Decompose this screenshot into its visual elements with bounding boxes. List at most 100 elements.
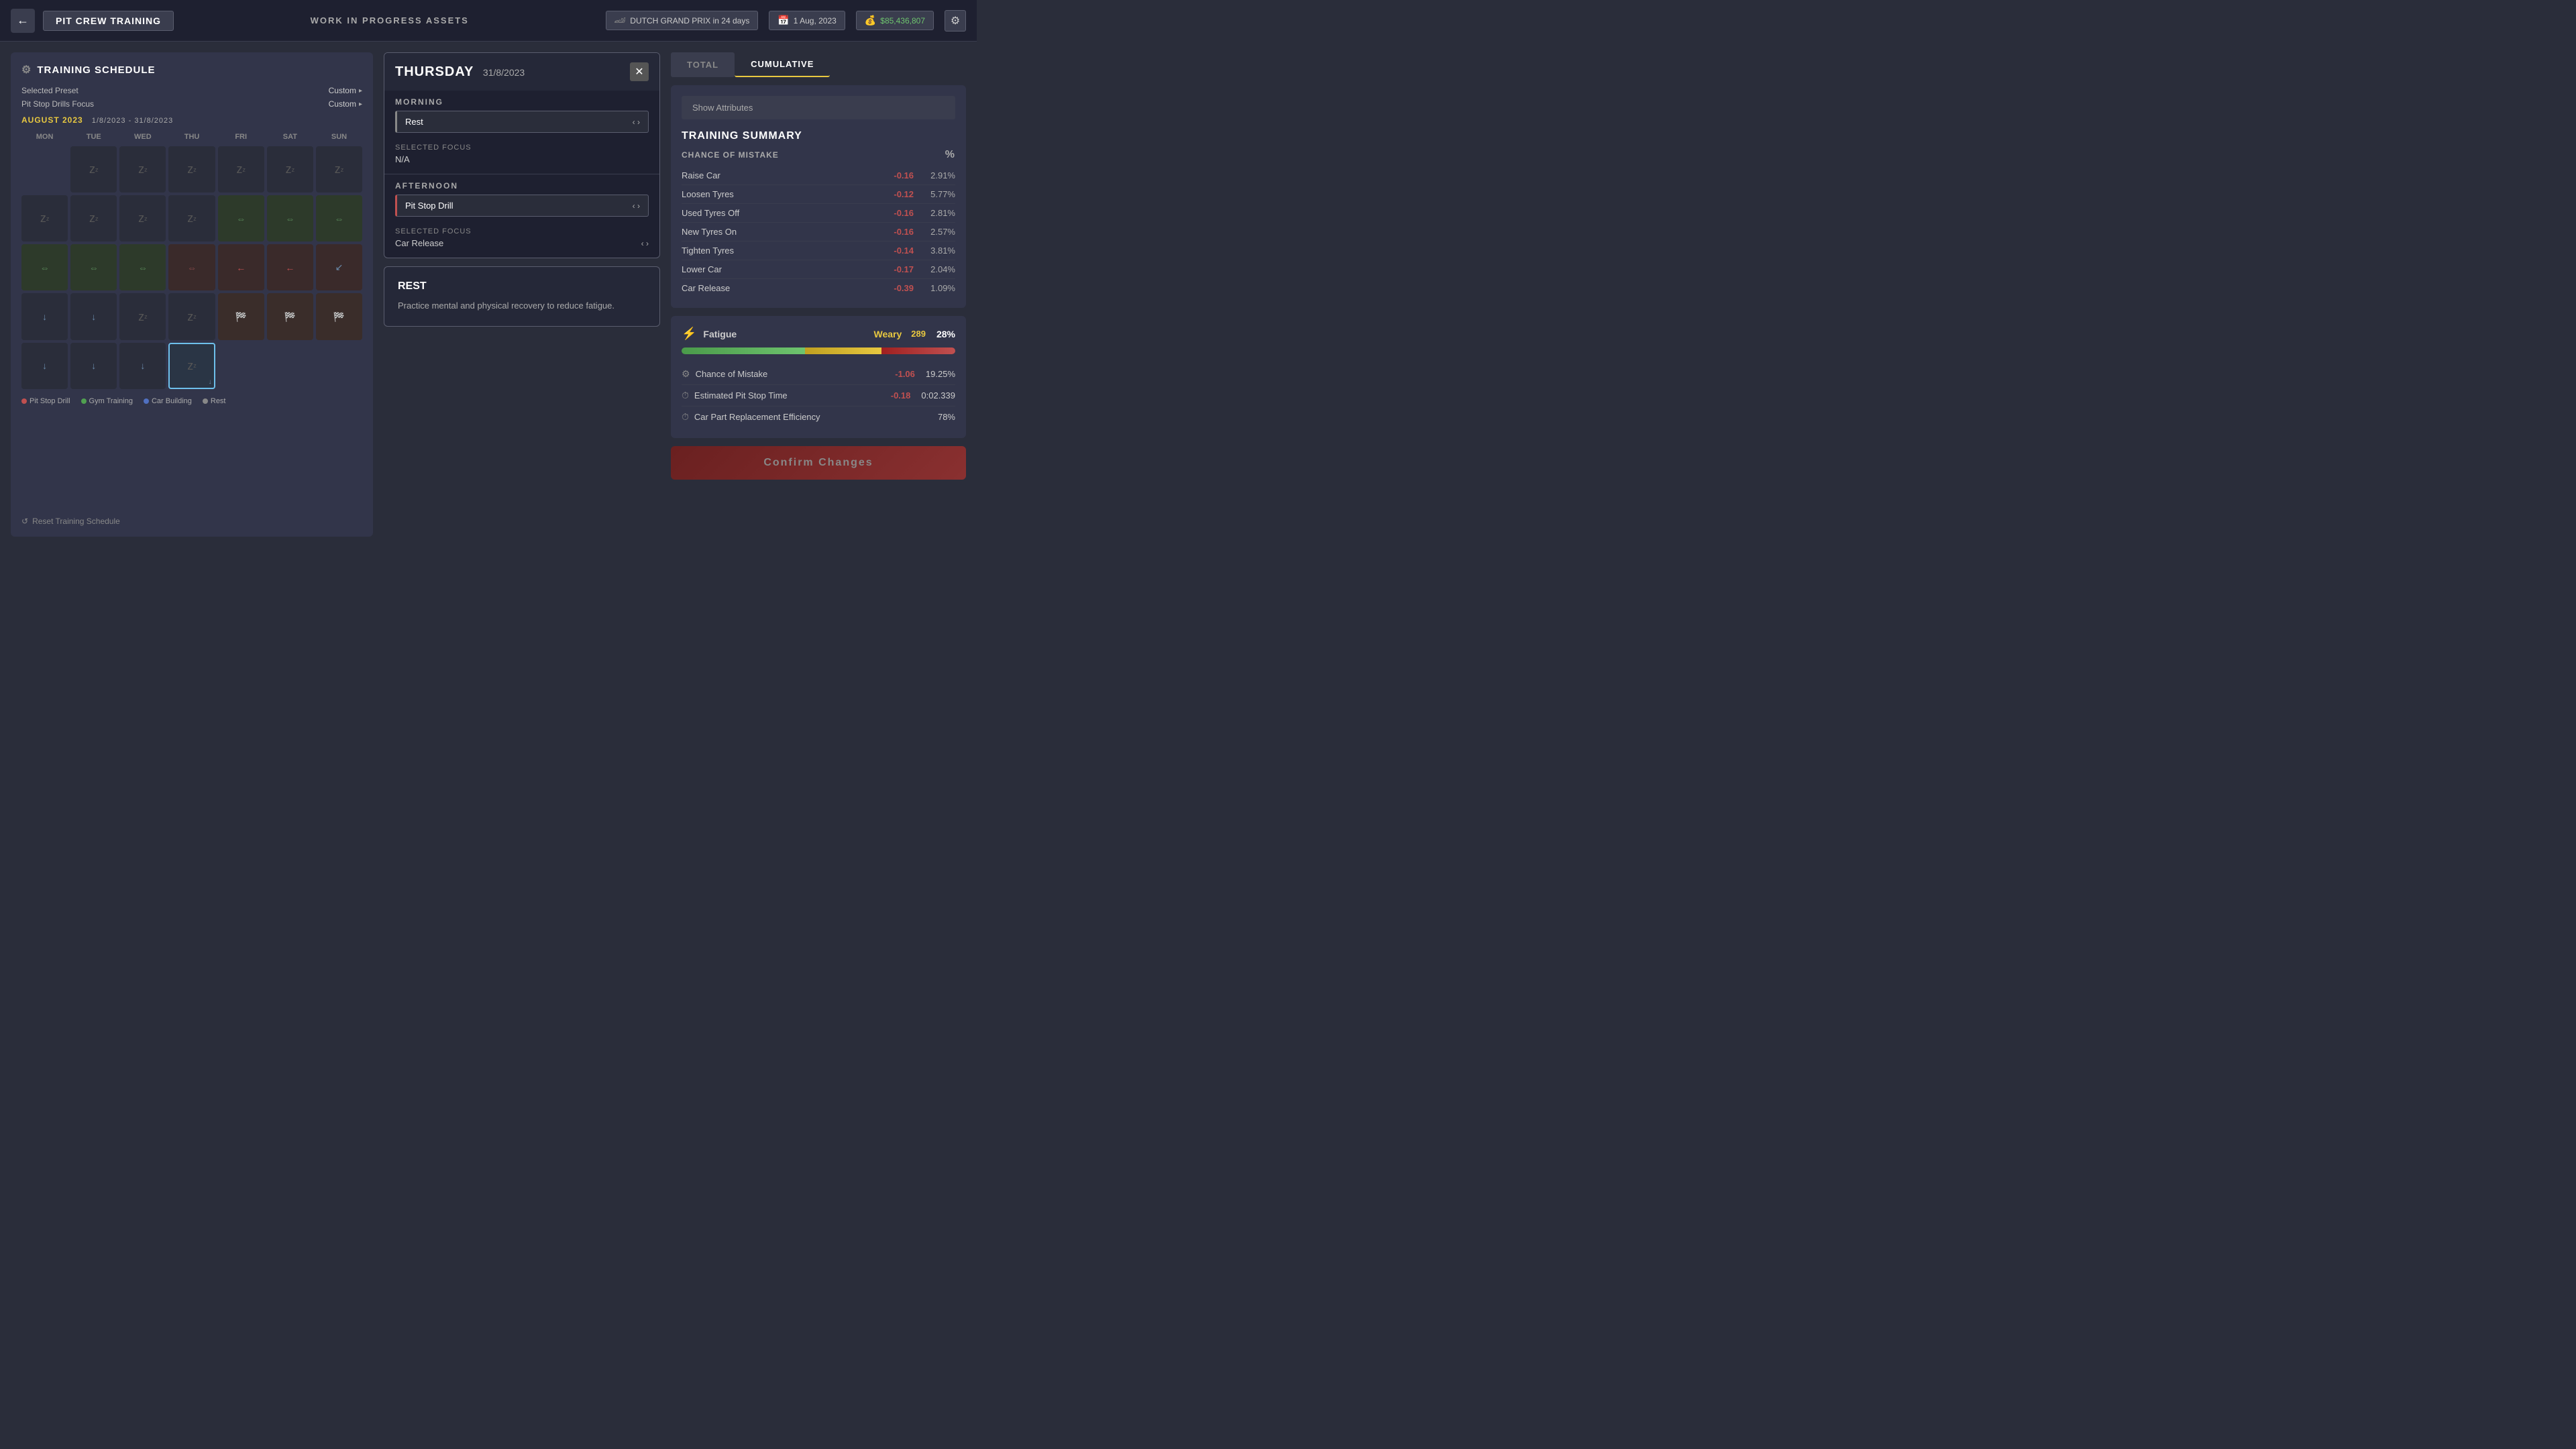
legend-pitstop: Pit Stop Drill [21, 397, 70, 405]
cal-cell-aug25[interactable]: 🏁 [218, 293, 264, 339]
fatigue-fill-red [881, 347, 955, 354]
summary-val: 2.91% [922, 170, 955, 180]
cal-cell-aug31[interactable]: zz ↓ [168, 343, 215, 389]
legend-dot-rest [203, 398, 208, 404]
morning-select[interactable]: Rest ‹ › [395, 111, 649, 133]
metric-icon: ⏱ [682, 390, 689, 401]
summary-val: 2.04% [922, 264, 955, 274]
summary-rows-container: Raise Car -0.16 2.91% Loosen Tyres -0.12… [682, 166, 955, 297]
back-button[interactable]: ← [11, 9, 35, 33]
day-header-sun: SUN [316, 130, 362, 144]
cal-cell-aug9[interactable]: zz [119, 195, 166, 241]
training-summary-card: Show Attributes TRAINING SUMMARY CHANCE … [671, 85, 966, 308]
cal-cell-aug17[interactable]: ⇔ [168, 244, 215, 290]
cal-cell-aug20[interactable]: ↙ [316, 244, 362, 290]
summary-name: Lower Car [682, 264, 722, 274]
summary-val: 1.09% [922, 283, 955, 293]
preset-value-2: Custom [329, 99, 356, 109]
mistake-icon: % [945, 149, 955, 161]
money-icon: 💰 [865, 15, 876, 26]
cal-empty-2 [218, 343, 264, 389]
cal-cell-aug3[interactable]: zz [168, 146, 215, 193]
cal-cell-aug6[interactable]: zz [316, 146, 362, 193]
reset-button[interactable]: ↺ Reset Training Schedule [21, 517, 120, 526]
preset-val-2[interactable]: Custom ▸ [329, 99, 362, 109]
legend-label-pitstop: Pit Stop Drill [30, 397, 70, 405]
legend-dot-pitstop [21, 398, 27, 404]
cal-cell-aug23[interactable]: zz [119, 293, 166, 339]
afternoon-arrows: ‹ › [633, 201, 640, 211]
metric-row: ⏱ Car Part Replacement Efficiency 78% [682, 407, 955, 427]
cal-cell-aug21[interactable]: ↓ [21, 293, 68, 339]
cal-cell-aug22[interactable]: ↓ [70, 293, 117, 339]
cal-cell-aug8[interactable]: zz [70, 195, 117, 241]
metric-val: 19.25% [926, 369, 955, 379]
tab-total[interactable]: TOTAL [671, 52, 735, 77]
summary-change: -0.16 [894, 227, 914, 237]
cal-cell-aug19[interactable]: ← [267, 244, 313, 290]
metrics-container: ⚙ Chance of Mistake -1.06 19.25% ⏱ Estim… [682, 364, 955, 427]
afternoon-focus-link[interactable]: Car Release ‹ › [395, 238, 649, 248]
fatigue-card: ⚡ Fatigue Weary 289 28% ⚙ Chance of Mist… [671, 316, 966, 438]
afternoon-select[interactable]: Pit Stop Drill ‹ › [395, 195, 649, 217]
topbar: ← PIT CREW TRAINING WORK IN PROGRESS ASS… [0, 0, 977, 42]
metric-icon: ⚙ [682, 368, 690, 380]
cal-cell-aug14[interactable]: ⇔ [21, 244, 68, 290]
confirm-button[interactable]: Confirm Changes [671, 446, 966, 480]
preset-label-1: Selected Preset [21, 86, 78, 95]
summary-name: New Tyres On [682, 227, 737, 237]
cal-cell-aug1[interactable]: zz [70, 146, 117, 193]
legend-label-rest: Rest [211, 397, 226, 405]
cal-cell-aug26[interactable]: 🏁 [267, 293, 313, 339]
cal-cell-aug30[interactable]: ↓ [119, 343, 166, 389]
cal-cell-aug24[interactable]: zz [168, 293, 215, 339]
cal-cell-aug13[interactable]: ⇔ [316, 195, 362, 241]
preset-val-1[interactable]: Custom ▸ [329, 86, 362, 95]
cal-cell-aug11[interactable]: ⇔ [218, 195, 264, 241]
rest-description-card: REST Practice mental and physical recove… [384, 266, 660, 327]
cal-cell-aug18[interactable]: ← [218, 244, 264, 290]
date-range-text: 1/8/2023 - 31/8/2023 [92, 117, 174, 125]
summary-row: Used Tyres Off -0.16 2.81% [682, 204, 955, 223]
cal-cell-aug12[interactable]: ⇔ [267, 195, 313, 241]
summary-name: Loosen Tyres [682, 189, 734, 199]
morning-focus-val: N/A [395, 154, 649, 164]
fatigue-row: ⚡ Fatigue Weary 289 28% [682, 327, 955, 341]
cal-cell-aug7[interactable]: zz [21, 195, 68, 241]
summary-row: Tighten Tyres -0.14 3.81% [682, 241, 955, 260]
panel-title: ⚙ TRAINING SCHEDULE [21, 63, 362, 76]
month-text: AUGUST 2023 [21, 115, 83, 125]
afternoon-label: AFTERNOON [384, 174, 659, 195]
summary-name: Tighten Tyres [682, 246, 734, 256]
fatigue-fill-yellow [805, 347, 881, 354]
date-badge: 📅 1 Aug, 2023 [769, 11, 845, 30]
show-attributes-button[interactable]: Show Attributes [682, 96, 955, 119]
cal-cell-aug2[interactable]: zz [119, 146, 166, 193]
summary-change: -0.16 [894, 208, 914, 218]
settings-button[interactable]: ⚙ [945, 10, 966, 32]
cal-cell-aug16[interactable]: ⇔ [119, 244, 166, 290]
main-content: ⚙ TRAINING SCHEDULE Selected Preset Cust… [0, 42, 977, 547]
fatigue-pct: 28% [936, 329, 955, 339]
cal-cell-aug10[interactable]: zz [168, 195, 215, 241]
cal-cell-aug29[interactable]: ↓ [70, 343, 117, 389]
cal-cell-aug15[interactable]: ⇔ [70, 244, 117, 290]
legend-rest: Rest [203, 397, 226, 405]
cal-cell-aug5[interactable]: zz [267, 146, 313, 193]
summary-change: -0.12 [894, 189, 914, 199]
cal-cell-aug4[interactable]: zz [218, 146, 264, 193]
modal-header: THURSDAY 31/8/2023 ✕ [384, 53, 659, 91]
fatigue-bar [682, 347, 955, 354]
preset-label-2: Pit Stop Drills Focus [21, 99, 94, 109]
legend-dot-car [144, 398, 149, 404]
morning-focus-label: SELECTED FOCUS [395, 144, 649, 152]
cal-empty-4 [316, 343, 362, 389]
cal-cell-aug28[interactable]: ↓ [21, 343, 68, 389]
tab-cumulative[interactable]: CUMULATIVE [735, 52, 830, 77]
cal-cell-aug27[interactable]: 🏁 [316, 293, 362, 339]
modal-close-button[interactable]: ✕ [630, 62, 649, 81]
legend-car: Car Building [144, 397, 192, 405]
rest-description: Practice mental and physical recovery to… [398, 299, 646, 313]
summary-change: -0.39 [894, 283, 914, 293]
money-text: $85,436,807 [880, 16, 925, 25]
